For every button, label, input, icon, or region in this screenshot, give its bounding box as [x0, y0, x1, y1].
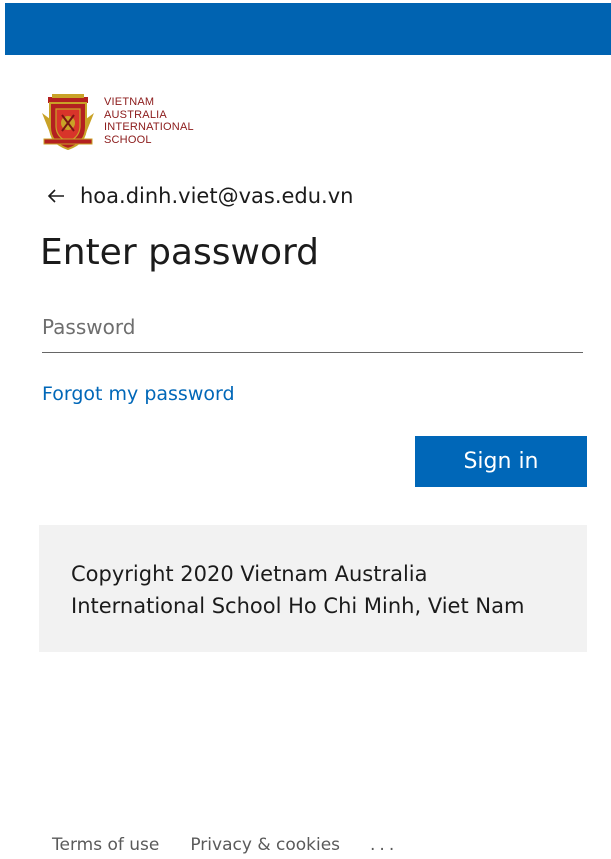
privacy-cookies-link[interactable]: Privacy & cookies: [190, 835, 340, 855]
footer: Terms of use Privacy & cookies ...: [52, 835, 398, 855]
identity-banner: hoa.dinh.viet@vas.edu.vn: [46, 184, 353, 208]
forgot-password-link[interactable]: Forgot my password: [42, 383, 235, 405]
terms-of-use-link[interactable]: Terms of use: [52, 835, 159, 855]
copyright-notice: Copyright 2020 Vietnam Australia Interna…: [39, 525, 587, 652]
logo-line: VIETNAM: [104, 96, 155, 108]
account-email: hoa.dinh.viet@vas.edu.vn: [80, 184, 354, 208]
logo-line: AUSTRALIA: [104, 108, 167, 121]
back-arrow-icon[interactable]: [46, 186, 66, 206]
sign-in-button[interactable]: Sign in: [415, 436, 587, 487]
page-title: Enter password: [40, 232, 319, 273]
school-logo-text: VIETNAM AUSTRALIA INTERNATIONAL SCHOOL: [104, 96, 194, 146]
school-logo: VIETNAM AUSTRALIA INTERNATIONAL SCHOOL: [40, 93, 194, 151]
logo-line: SCHOOL: [104, 133, 152, 146]
school-crest-icon: [42, 94, 94, 151]
brand-header-bar: [5, 3, 611, 55]
logo-line: INTERNATIONAL: [104, 121, 194, 133]
password-input[interactable]: [42, 306, 583, 353]
more-options-button[interactable]: ...: [370, 835, 398, 855]
sign-in-page: VIETNAM AUSTRALIA INTERNATIONAL SCHOOL h…: [0, 0, 611, 859]
copyright-text: Copyright 2020 Vietnam Australia Interna…: [71, 562, 525, 618]
